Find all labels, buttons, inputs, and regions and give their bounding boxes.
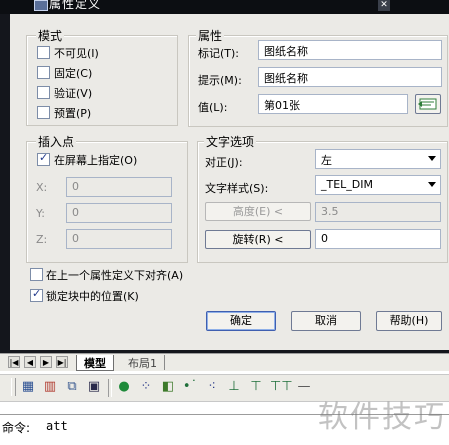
last-tab-button[interactable]: ▶| xyxy=(56,356,68,368)
table-icon[interactable]: ▦ xyxy=(20,379,36,395)
next-tab-button[interactable]: ▶ xyxy=(40,356,52,368)
command-prompt: 命令: xyxy=(2,421,31,435)
save-icon[interactable]: ▣ xyxy=(86,379,102,395)
lock-position-checkbox[interactable] xyxy=(30,287,43,302)
value-input[interactable]: 第01张 xyxy=(258,94,408,114)
preset-label: 预置(P) xyxy=(54,107,92,120)
x-label: X: xyxy=(36,181,48,194)
z-input[interactable]: 0 xyxy=(66,229,172,249)
snap-square-icon[interactable]: ◧ xyxy=(160,379,176,395)
y-input[interactable]: 0 xyxy=(66,203,172,223)
prompt-input[interactable]: 图纸名称 xyxy=(258,67,442,87)
text-style-select[interactable]: _TEL_DIM xyxy=(315,175,441,195)
insert-field-icon xyxy=(418,98,437,110)
node-dot-icon[interactable]: •˙ xyxy=(182,379,198,395)
z-label: Z: xyxy=(36,233,48,246)
align-below-checkbox[interactable] xyxy=(30,268,43,281)
mode-group-title: 模式 xyxy=(36,27,65,44)
x-input[interactable]: 0 xyxy=(66,177,172,197)
y-label: Y: xyxy=(36,207,45,220)
dimension-pair-icon[interactable]: ⊤⊤ xyxy=(270,379,293,395)
text-options-title: 文字选项 xyxy=(204,133,257,150)
command-text[interactable]: att xyxy=(46,419,68,433)
justify-label: 对正(J): xyxy=(205,156,243,169)
preset-checkbox[interactable] xyxy=(37,106,50,119)
justify-value: 左 xyxy=(321,154,332,167)
verify-checkbox[interactable] xyxy=(37,86,50,99)
ok-button[interactable]: 确定 xyxy=(206,311,276,331)
rotation-input[interactable]: 0 xyxy=(315,229,441,249)
attribute-group-title: 属性 xyxy=(196,27,225,44)
tab-model[interactable]: 模型 xyxy=(76,355,114,371)
close-button[interactable]: ✕ xyxy=(378,0,390,11)
height-button[interactable]: 高度(E) < xyxy=(205,202,311,221)
constant-checkbox[interactable] xyxy=(37,66,50,79)
justify-select[interactable]: 左 xyxy=(315,149,441,169)
tab-layout1[interactable]: 布局1 xyxy=(121,355,165,370)
align-below-label: 在上一个属性定义下对齐(A) xyxy=(46,269,184,282)
toolbar-grip[interactable] xyxy=(11,378,16,396)
invisible-checkbox[interactable] xyxy=(37,46,50,59)
lock-position-label: 锁定块中的位置(K) xyxy=(46,290,139,303)
prev-tab-button[interactable]: ◀ xyxy=(24,356,36,368)
text-style-label: 文字样式(S): xyxy=(205,182,269,195)
chevron-down-icon xyxy=(428,182,436,187)
help-button[interactable]: 帮助(H) xyxy=(376,311,442,331)
chevron-down-icon xyxy=(428,156,436,161)
text-style-value: _TEL_DIM xyxy=(321,178,374,191)
constant-label: 固定(C) xyxy=(54,67,93,80)
specify-on-screen-label: 在屏幕上指定(O) xyxy=(54,154,138,167)
invisible-label: 不可见(I) xyxy=(54,47,99,60)
tag-label: 标记(T): xyxy=(198,47,240,60)
snap-grid-icon[interactable]: ⁘ xyxy=(138,379,154,395)
dialog-title: 属性定义 xyxy=(49,0,102,11)
bar-chart-icon[interactable]: ▥ xyxy=(42,379,58,395)
axis-icon[interactable]: ⊥ xyxy=(226,379,242,395)
insert-field-button[interactable] xyxy=(415,94,441,114)
watermark-text: 软件技巧 xyxy=(318,400,446,435)
rotation-button[interactable]: 旋转(R) < xyxy=(205,230,311,249)
first-tab-button[interactable]: |◀ xyxy=(8,356,20,368)
height-input[interactable]: 3.5 xyxy=(315,202,441,222)
value-label: 值(L): xyxy=(198,101,228,114)
insertion-point-title: 插入点 xyxy=(36,133,77,150)
green-circle-icon[interactable]: ● xyxy=(116,379,132,395)
verify-label: 验证(V) xyxy=(54,87,93,100)
specify-on-screen-checkbox[interactable] xyxy=(37,151,50,166)
spacer-line-icon[interactable]: — xyxy=(296,379,312,395)
dimension-icon[interactable]: ⊤ xyxy=(248,379,264,395)
dialog-icon xyxy=(34,0,48,11)
arc-dots-icon[interactable]: ⁖ xyxy=(204,379,220,395)
layer-icon[interactable]: ⧉ xyxy=(64,379,80,395)
tag-input[interactable]: 图纸名称 xyxy=(258,40,442,60)
prompt-label: 提示(M): xyxy=(198,74,242,87)
cancel-button[interactable]: 取消 xyxy=(291,311,361,331)
toolbar-separator xyxy=(108,379,112,397)
